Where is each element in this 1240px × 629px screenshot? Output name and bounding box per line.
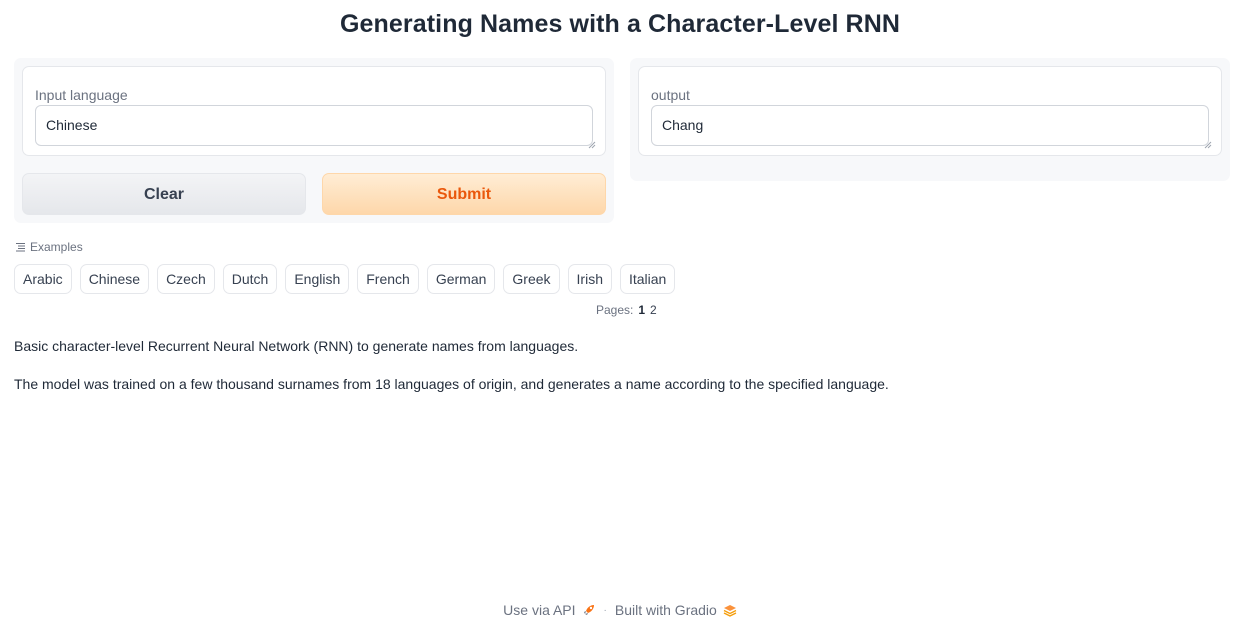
app-page: Generating Names with a Character-Level … (0, 0, 1240, 629)
built-with-gradio-label: Built with Gradio (614, 602, 717, 618)
output-panel: output Chang (630, 58, 1230, 181)
footer-separator: · (603, 604, 607, 616)
example-chip[interactable]: Italian (619, 264, 676, 294)
pagination: Pages: 1 2 (596, 303, 657, 317)
examples-list: Arabic Chinese Czech Dutch English Frenc… (14, 264, 676, 294)
example-chip[interactable]: Irish (567, 264, 612, 294)
footer: Use via API · Built with Gradio (0, 602, 1240, 618)
examples-header: Examples (15, 240, 83, 254)
example-chip[interactable]: Chinese (79, 264, 150, 294)
output-block: output Chang (638, 66, 1222, 156)
output-field[interactable]: Chang (651, 105, 1209, 146)
example-chip[interactable]: Greek (503, 264, 560, 294)
page-title: Generating Names with a Character-Level … (339, 10, 901, 38)
example-chip[interactable]: Czech (157, 264, 215, 294)
use-via-api-label: Use via API (503, 602, 576, 618)
input-language-field[interactable]: Chinese (35, 105, 593, 146)
gradio-logo-icon (723, 605, 737, 617)
clear-button[interactable]: Clear (22, 173, 306, 215)
input-language-label: Input language (35, 87, 128, 103)
rocket-icon (583, 605, 594, 615)
use-via-api-link[interactable]: Use via API (503, 602, 595, 618)
examples-label: Examples (30, 240, 83, 254)
pages-label: Pages: (596, 303, 634, 317)
example-chip[interactable]: Dutch (222, 264, 278, 294)
description-line-1: Basic character-level Recurrent Neural N… (14, 338, 579, 354)
output-label: output (651, 87, 690, 103)
example-chip[interactable]: English (285, 264, 350, 294)
page-link-1[interactable]: 1 (638, 303, 645, 317)
resize-handle-icon[interactable] (1204, 141, 1212, 149)
example-chip[interactable]: French (357, 264, 419, 294)
built-with-gradio-link[interactable]: Built with Gradio (615, 602, 737, 618)
description-line-2: The model was trained on a few thousand … (14, 376, 889, 392)
input-block: Input language Chinese (22, 66, 606, 156)
example-chip[interactable]: Arabic (14, 264, 72, 294)
list-icon (16, 243, 25, 252)
example-chip[interactable]: German (426, 264, 496, 294)
page-link-2[interactable]: 2 (650, 303, 657, 317)
input-panel: Input language Chinese Clear Submit (14, 58, 614, 223)
resize-handle-icon[interactable] (588, 141, 596, 149)
submit-button[interactable]: Submit (322, 173, 606, 215)
